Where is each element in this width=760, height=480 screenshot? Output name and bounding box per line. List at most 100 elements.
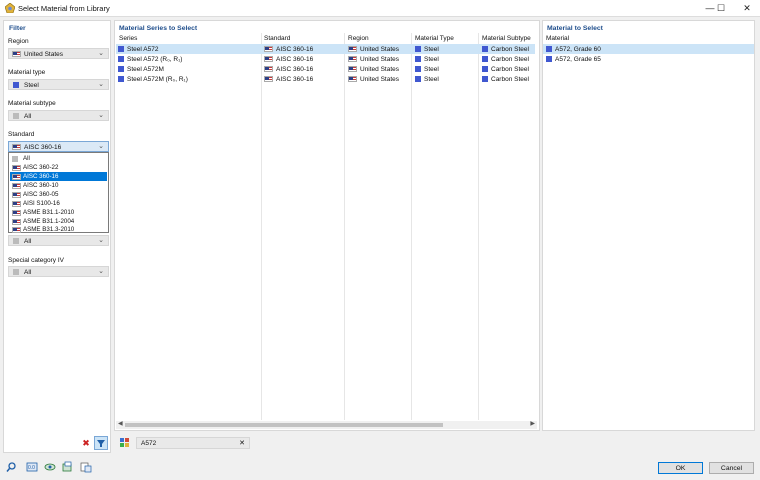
table-row[interactable]: Steel A572 (R₀, R₁) AISC 360-16 United S… xyxy=(116,54,535,64)
material-subtype-label: Material subtype xyxy=(8,100,56,107)
standard-option[interactable]: AISC 360-22 xyxy=(10,163,107,172)
material-icon xyxy=(546,55,552,62)
chevron-down-icon: ⌄ xyxy=(98,50,104,57)
us-flag-icon xyxy=(12,218,21,225)
us-flag-icon xyxy=(12,226,21,233)
cancel-button[interactable]: Cancel xyxy=(709,462,754,474)
horizontal-scrollbar[interactable]: ◀ ▶ xyxy=(116,421,537,429)
column-divider xyxy=(411,33,412,420)
view-icon[interactable] xyxy=(44,461,58,474)
material-icon xyxy=(415,75,421,82)
us-flag-icon xyxy=(264,65,273,72)
filter-title: Filter xyxy=(9,25,26,32)
material-panel: Material to Select xyxy=(542,20,755,431)
column-header-standard[interactable]: Standard xyxy=(264,35,290,42)
material-library-icon[interactable] xyxy=(119,437,132,449)
us-flag-icon xyxy=(12,164,21,171)
material-subtype-combo[interactable]: All ⌄ xyxy=(8,110,109,121)
hidden-filter-value: All xyxy=(24,237,32,245)
material-panel-title: Material to Select xyxy=(547,25,603,32)
chevron-down-icon: ⌄ xyxy=(98,143,104,150)
clear-filter-icon[interactable]: ✖ xyxy=(80,437,92,449)
us-flag-icon xyxy=(348,75,357,82)
scroll-right-icon[interactable]: ▶ xyxy=(530,420,535,427)
material-type-value: Steel xyxy=(24,81,39,89)
region-label: Region xyxy=(8,38,29,45)
material-icon xyxy=(118,65,124,72)
filter-icon xyxy=(97,440,105,447)
app-icon xyxy=(5,3,15,13)
us-flag-icon xyxy=(264,45,273,52)
column-header-material[interactable]: Material xyxy=(546,35,569,42)
material-list-item[interactable]: A572, Grade 60 xyxy=(543,44,754,54)
material-type-icon xyxy=(13,82,19,88)
standard-option[interactable]: AISC 360-05 xyxy=(10,190,107,199)
search-value: A572 xyxy=(141,440,157,447)
standard-value: AISC 360-16 xyxy=(24,143,62,151)
material-icon xyxy=(415,55,421,62)
material-icon xyxy=(118,75,124,82)
us-flag-icon xyxy=(12,51,21,57)
us-flag-icon xyxy=(264,55,273,62)
chevron-down-icon: ⌄ xyxy=(98,268,104,275)
standard-option[interactable]: ASME B31.3-2010 xyxy=(10,225,107,234)
us-flag-icon xyxy=(12,182,21,189)
us-flag-icon xyxy=(348,45,357,52)
material-list-item[interactable]: A572, Grade 65 xyxy=(543,54,754,64)
window-title: Select Material from Library xyxy=(18,4,110,13)
table-row[interactable]: Steel A572M AISC 360-16 United States St… xyxy=(116,64,535,74)
search-input[interactable]: A572 ✕ xyxy=(136,437,250,449)
all-icon xyxy=(13,113,19,119)
standard-option-selected[interactable]: AISC 360-16 xyxy=(10,172,107,181)
standard-option[interactable]: AISC 360-10 xyxy=(10,181,107,190)
region-value: United States xyxy=(24,50,64,58)
column-header-region[interactable]: Region xyxy=(348,35,369,42)
standard-option-all[interactable]: All xyxy=(10,154,107,163)
us-flag-icon xyxy=(12,200,21,207)
export-icon[interactable] xyxy=(80,461,94,474)
units-icon[interactable]: 0.0 xyxy=(26,461,40,474)
region-combo[interactable]: United States ⌄ xyxy=(8,48,109,59)
us-flag-icon xyxy=(348,65,357,72)
material-subtype-value: All xyxy=(24,112,32,120)
column-header-series[interactable]: Series xyxy=(119,35,137,42)
scrollbar-thumb[interactable] xyxy=(125,423,443,427)
column-header-material-subtype[interactable]: Material Subtype xyxy=(482,35,531,42)
search-icon[interactable] xyxy=(6,461,20,474)
special-category-combo[interactable]: All ⌄ xyxy=(8,266,109,277)
ok-button[interactable]: OK xyxy=(658,462,703,474)
us-flag-icon xyxy=(12,173,21,180)
database-icon[interactable] xyxy=(61,461,75,474)
standard-dropdown-list: All AISC 360-22 AISC 360-16 AISC 360-10 … xyxy=(8,152,109,233)
table-row[interactable]: Steel A572M (R₀, R₁) AISC 360-16 United … xyxy=(116,74,535,84)
filter-toggle-button[interactable] xyxy=(94,436,108,450)
us-flag-icon xyxy=(12,144,21,150)
us-flag-icon xyxy=(264,75,273,82)
clear-search-icon[interactable]: ✕ xyxy=(239,439,245,447)
standard-combo[interactable]: AISC 360-16 ⌄ xyxy=(8,141,109,152)
svg-text:0.0: 0.0 xyxy=(28,465,35,471)
all-icon xyxy=(13,269,19,275)
standard-label: Standard xyxy=(8,131,35,138)
standard-option[interactable]: AISI S100-16 xyxy=(10,199,107,208)
table-row[interactable]: Steel A572 AISC 360-16 United States Ste… xyxy=(116,44,535,54)
chevron-down-icon: ⌄ xyxy=(98,81,104,88)
series-panel-title: Material Series to Select xyxy=(119,25,198,32)
material-type-combo[interactable]: Steel ⌄ xyxy=(8,79,109,90)
us-flag-icon xyxy=(12,191,21,198)
maximize-button[interactable]: ☐ xyxy=(708,0,734,17)
column-divider xyxy=(344,33,345,420)
material-icon xyxy=(415,65,421,72)
close-button[interactable]: ✕ xyxy=(734,0,760,17)
hidden-filter-combo[interactable]: All ⌄ xyxy=(8,235,109,246)
material-icon xyxy=(118,45,124,52)
column-header-material-type[interactable]: Material Type xyxy=(415,35,454,42)
us-flag-icon xyxy=(348,55,357,62)
material-icon xyxy=(482,55,488,62)
column-divider xyxy=(478,33,479,420)
scroll-left-icon[interactable]: ◀ xyxy=(118,420,123,427)
material-icon xyxy=(482,45,488,52)
standard-option[interactable]: ASME B31.1-2010 xyxy=(10,208,107,217)
chevron-down-icon: ⌄ xyxy=(98,112,104,119)
special-category-value: All xyxy=(24,268,32,276)
